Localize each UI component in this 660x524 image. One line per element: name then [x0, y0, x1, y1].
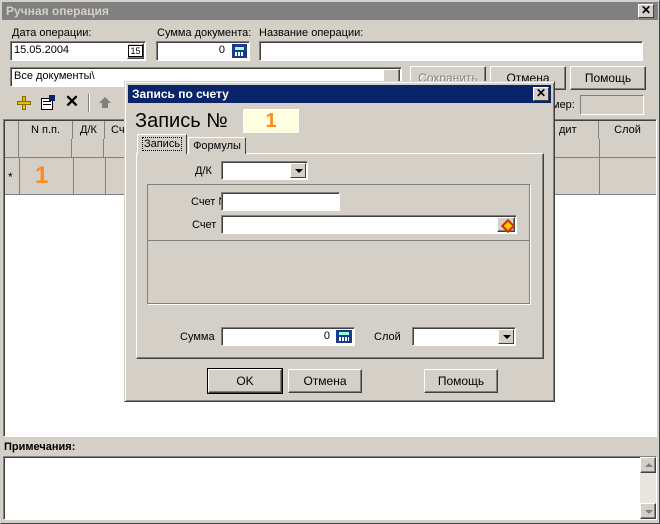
account-lookup-button[interactable]	[497, 217, 516, 234]
row-marker: *	[8, 170, 13, 184]
scroll-up-button[interactable]	[640, 457, 656, 473]
ok-button-label: OK	[236, 374, 254, 388]
record-label: Запись №	[135, 110, 228, 132]
account-field[interactable]	[221, 215, 517, 234]
row-number: 1	[35, 162, 49, 189]
number-field[interactable]	[580, 95, 644, 115]
dialog-title: Запись по счету	[132, 87, 229, 101]
grid-header-layer-label: Слой	[614, 124, 641, 136]
operation-name-field[interactable]	[259, 41, 643, 61]
folder-path-value: Все документы\	[14, 70, 95, 82]
grid-header-dk[interactable]: Д/К	[73, 121, 105, 139]
main-help-label: Помощь	[584, 71, 632, 85]
lookup-icon	[500, 218, 516, 234]
dk-dropdown-arrow[interactable]	[290, 163, 306, 178]
dk-label: Д/К	[195, 165, 212, 177]
calendar-icon: 15	[128, 45, 143, 57]
account-number-field[interactable]	[221, 192, 340, 211]
tab-record-label: Запись	[141, 137, 183, 151]
delete-icon[interactable]: ✕	[64, 93, 80, 110]
notes-scrollbar[interactable]	[640, 457, 656, 519]
doc-sum-value: 0	[218, 44, 225, 56]
main-window-titlebar: Ручная операция	[2, 2, 658, 20]
layer-dropdown-arrow[interactable]	[498, 329, 514, 344]
notes-label: Примечания:	[4, 441, 76, 453]
date-field[interactable]: 15.05.2004	[10, 41, 146, 61]
dialog-close-button[interactable]: ✕	[533, 87, 549, 101]
grid-header-credit-label: дит	[559, 124, 577, 136]
account-info-panel	[147, 240, 530, 304]
date-label: Дата операции:	[12, 27, 92, 39]
notes-field[interactable]	[3, 456, 657, 520]
move-up-icon[interactable]	[98, 96, 112, 110]
toolbar-separator	[88, 94, 90, 112]
grid-header-npp[interactable]: N п.п.	[19, 121, 73, 139]
main-help-button[interactable]: Помощь	[570, 66, 646, 90]
grid-header-account-label: Сч	[111, 124, 125, 136]
grid-header-credit[interactable]: дит	[555, 121, 599, 139]
main-close-button[interactable]: ✕	[638, 4, 654, 18]
dialog-sum-value: 0	[323, 330, 330, 342]
tab-formulas[interactable]: Формулы	[188, 137, 246, 154]
dialog-cancel-button[interactable]: Отмена	[288, 369, 362, 393]
calculator-icon[interactable]	[231, 43, 248, 59]
dialog-sum-label: Сумма	[180, 331, 215, 343]
record-dialog: Запись по счету ✕ Запись № 1 Запись Форм…	[124, 81, 555, 402]
grid-corner	[5, 121, 19, 157]
grid-header-layer[interactable]: Слой	[599, 121, 656, 139]
account-label: Счет	[192, 219, 217, 231]
grid-header-dk-label: Д/К	[80, 124, 97, 136]
grid-header-npp-label: N п.п.	[30, 124, 61, 136]
number-label: мер:	[552, 99, 575, 111]
record-number: 1	[265, 110, 277, 132]
dialog-help-label: Помощь	[437, 374, 485, 388]
record-number-box: 1	[243, 109, 299, 133]
dialog-help-button[interactable]: Помощь	[424, 369, 498, 393]
dialog-calculator-icon[interactable]	[335, 329, 353, 344]
edit-properties-icon[interactable]	[40, 95, 56, 111]
ok-button[interactable]: OK	[207, 368, 283, 394]
calendar-button[interactable]: 15	[127, 43, 144, 59]
dialog-cancel-label: Отмена	[303, 374, 347, 388]
scroll-down-button[interactable]	[640, 503, 656, 519]
add-icon[interactable]	[16, 95, 32, 111]
dialog-titlebar: Запись по счету	[128, 85, 551, 103]
layer-label: Слой	[374, 331, 401, 343]
doc-sum-label: Сумма документа:	[157, 27, 252, 39]
operation-name-label: Название операции:	[259, 27, 364, 39]
date-value: 15.05.2004	[14, 44, 70, 56]
main-window-title: Ручная операция	[6, 4, 109, 18]
tab-formulas-label: Формулы	[193, 140, 241, 152]
tab-record[interactable]: Запись	[137, 134, 187, 154]
